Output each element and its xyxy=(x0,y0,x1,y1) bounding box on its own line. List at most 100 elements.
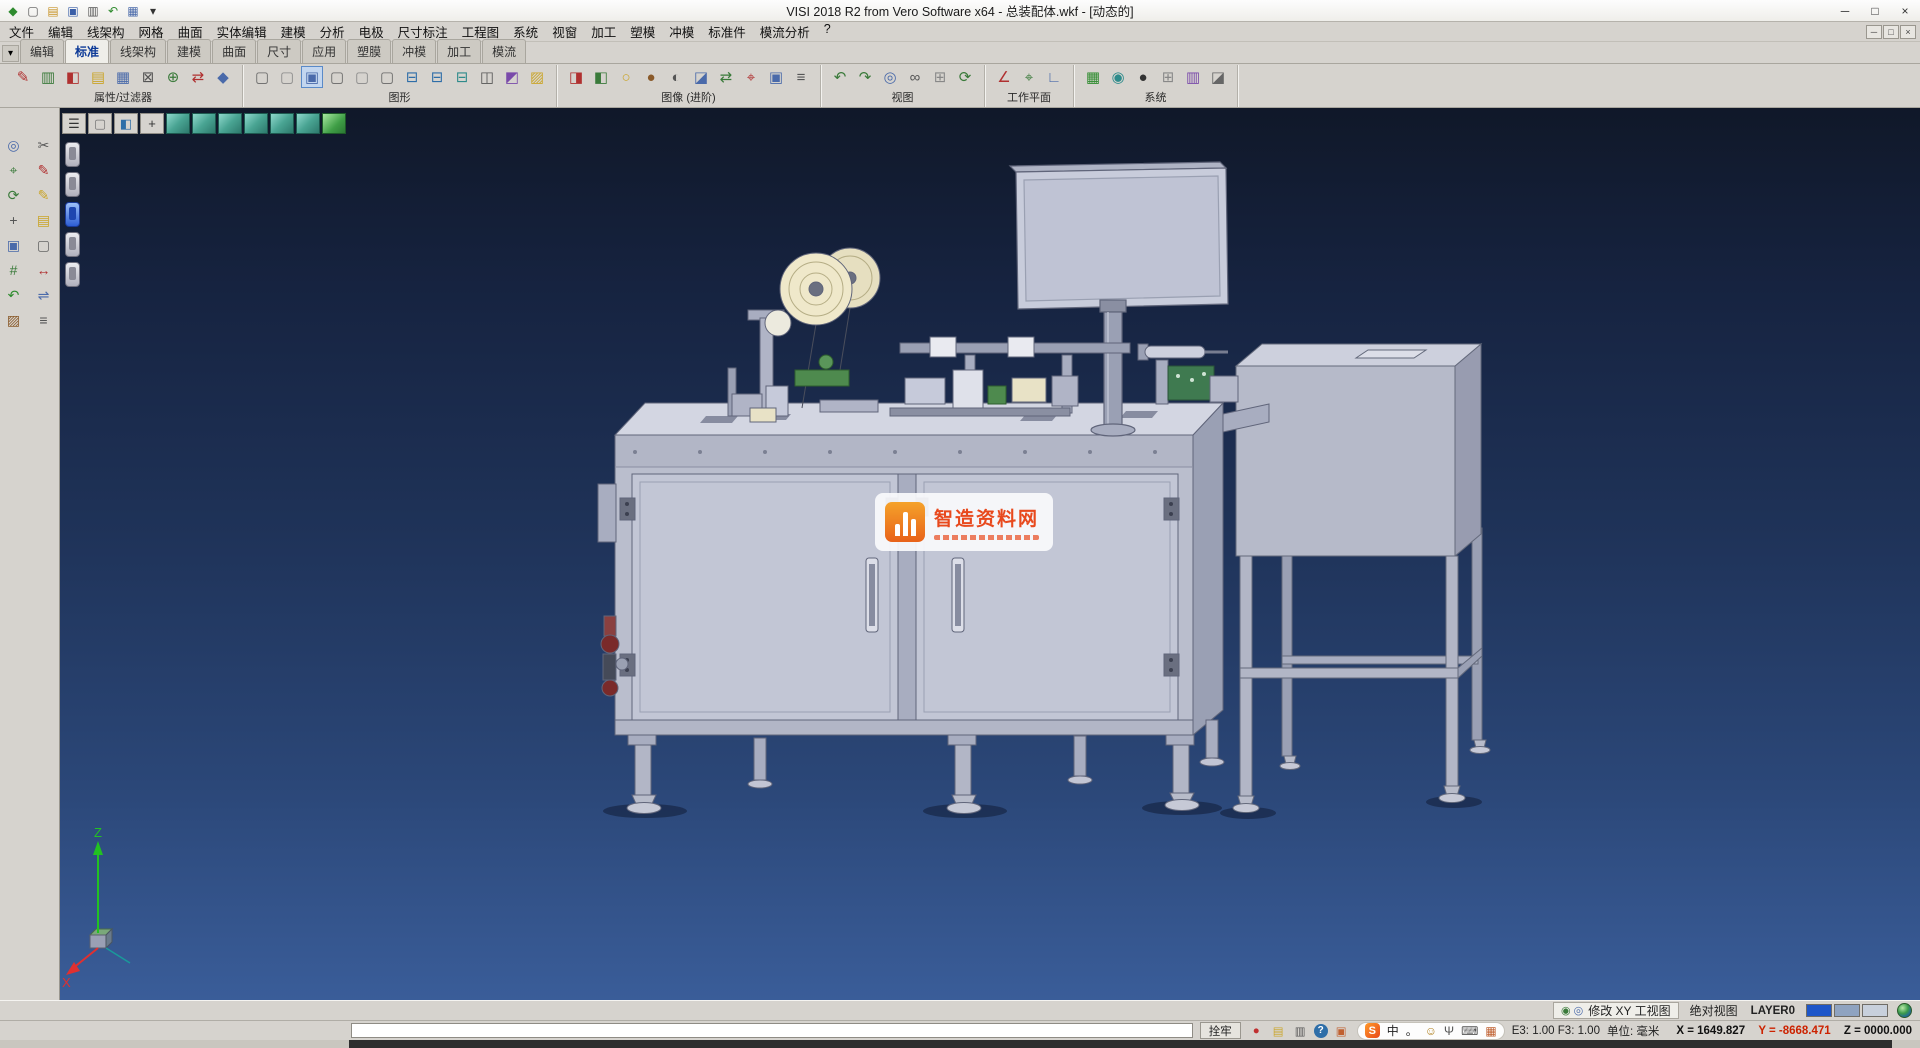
next-view-icon[interactable]: ↷ xyxy=(854,66,876,88)
stereo-view-icon[interactable]: ∞ xyxy=(904,66,926,88)
shaded-view-icon[interactable]: ▣ xyxy=(301,66,323,88)
lock-button[interactable]: 拴牢 xyxy=(1200,1022,1241,1039)
attribute-edit-icon[interactable]: ✎ xyxy=(12,66,34,88)
layer-color-swatch-blue[interactable] xyxy=(1806,1004,1832,1017)
rotate-icon[interactable]: ⟳ xyxy=(2,184,26,206)
view-cube-iso4-icon[interactable] xyxy=(322,113,346,134)
zoom-window-icon[interactable]: ⊞ xyxy=(929,66,951,88)
dynamic-pan-icon[interactable]: + xyxy=(140,113,164,134)
workplane-align-icon[interactable]: ∟ xyxy=(1043,66,1065,88)
folder-small-icon[interactable]: ▤ xyxy=(1270,1023,1287,1039)
ime-punct-icon[interactable]: 。 xyxy=(1406,1022,1418,1039)
view-cube-top-icon[interactable] xyxy=(166,113,190,134)
viewport-layout-5-icon[interactable] xyxy=(65,262,80,287)
mirror-icon[interactable]: ⇌ xyxy=(32,284,56,306)
undo-icon[interactable]: ↶ xyxy=(104,3,122,19)
ime-emoji-icon[interactable]: ☺ xyxy=(1425,1024,1437,1038)
color-filter-icon[interactable]: ◧ xyxy=(62,66,84,88)
view-axis-icon[interactable]: ◎ xyxy=(1574,1004,1584,1017)
color-palette-icon[interactable]: ▦ xyxy=(1082,66,1104,88)
ramp-icon[interactable]: ◪ xyxy=(1207,66,1229,88)
stop-icon[interactable]: ● xyxy=(1248,1023,1265,1039)
tab-surface[interactable]: 曲面 xyxy=(212,39,256,63)
tab-dropdown-icon[interactable]: ▾ xyxy=(2,45,19,62)
tab-dimension[interactable]: 尺寸 xyxy=(257,39,301,63)
viewport-3d-model[interactable] xyxy=(60,108,1920,1000)
active-layer-label[interactable]: LAYER0 xyxy=(1749,1005,1797,1017)
layer-color-swatch-steel[interactable] xyxy=(1834,1004,1860,1017)
histogram-icon[interactable]: ▥ xyxy=(1182,66,1204,88)
move-icon[interactable]: + xyxy=(2,209,26,231)
wireframe-view-icon[interactable]: ▢ xyxy=(276,66,298,88)
attribute-copy-icon[interactable]: ▥ xyxy=(37,66,59,88)
mdi-close-button[interactable]: × xyxy=(1900,25,1916,39)
redraw-icon[interactable]: ▢ xyxy=(251,66,273,88)
hidden-line-icon[interactable]: ▢ xyxy=(326,66,348,88)
view-mode-chip[interactable]: ◉◎ 修改 XY 工视图 xyxy=(1553,1002,1679,1019)
workplane-origin-icon[interactable]: ⌖ xyxy=(1018,66,1040,88)
cad-deck-mechanism[interactable] xyxy=(728,337,1130,422)
tab-modeling[interactable]: 建模 xyxy=(167,39,211,63)
help-icon[interactable]: ? xyxy=(1314,1024,1328,1038)
tab-wireframe[interactable]: 线架构 xyxy=(110,39,166,63)
entity-list-icon[interactable]: ⊟ xyxy=(401,66,423,88)
pen-icon[interactable]: ✎ xyxy=(32,184,56,206)
maximize-button[interactable]: □ xyxy=(1860,0,1890,21)
ime-mic-icon[interactable]: Ψ xyxy=(1444,1024,1454,1038)
group-list-icon[interactable]: ⊟ xyxy=(451,66,473,88)
viewport-layout-1-icon[interactable] xyxy=(65,142,80,167)
workplane-set-icon[interactable]: ∠ xyxy=(993,66,1015,88)
reset-filter-icon[interactable]: ◆ xyxy=(212,66,234,88)
tab-application[interactable]: 应用 xyxy=(302,39,346,63)
dynamic-view-icon[interactable]: ▢ xyxy=(351,66,373,88)
mdi-minimize-button[interactable]: ─ xyxy=(1866,25,1882,39)
close-button[interactable]: × xyxy=(1890,0,1920,21)
database-icon[interactable]: ⊟ xyxy=(426,66,448,88)
view-cube-iso1-icon[interactable] xyxy=(244,113,268,134)
world-icon[interactable]: ◉ xyxy=(1107,66,1129,88)
tab-standard[interactable]: 标准 xyxy=(65,39,109,63)
white-draw-icon[interactable]: ▢ xyxy=(88,113,112,134)
tab-die[interactable]: 冲模 xyxy=(392,39,436,63)
type-filter-icon[interactable]: ▦ xyxy=(112,66,134,88)
mdi-restore-button[interactable]: □ xyxy=(1883,25,1899,39)
save-icon[interactable]: ▣ xyxy=(64,3,82,19)
menu-item[interactable]: ? xyxy=(817,20,838,43)
menu-item[interactable]: 模流分析 xyxy=(753,20,817,43)
ime-keyboard-icon[interactable]: ⌨ xyxy=(1461,1024,1478,1038)
tab-molding[interactable]: 塑膜 xyxy=(347,39,391,63)
link-filter-icon[interactable]: ⊕ xyxy=(162,66,184,88)
shading-mode-icon[interactable]: ◧ xyxy=(114,113,138,134)
print-icon[interactable]: ▥ xyxy=(84,3,102,19)
print-small-icon[interactable]: ▥ xyxy=(1292,1023,1309,1039)
camera-view-icon[interactable]: ◎ xyxy=(879,66,901,88)
tab-machining[interactable]: 加工 xyxy=(437,39,481,63)
view-cube-iso3-icon[interactable] xyxy=(296,113,320,134)
zoom-extents-icon[interactable]: ▢ xyxy=(376,66,398,88)
3d-viewport[interactable]: ☰▢◧+ xyxy=(60,108,1920,1000)
status-globe-icon[interactable] xyxy=(1897,1003,1912,1018)
menu-item[interactable]: 加工 xyxy=(584,20,623,43)
texture-icon[interactable]: ▨ xyxy=(526,66,548,88)
undo-arrow-icon[interactable]: ↶ xyxy=(2,284,26,306)
clone-view-icon[interactable]: ◫ xyxy=(476,66,498,88)
qat-dropdown-icon[interactable]: ▾ xyxy=(144,3,162,19)
render-settings-icon[interactable]: ◩ xyxy=(501,66,523,88)
layers-icon[interactable]: ▤ xyxy=(32,209,56,231)
menu-item[interactable]: 冲模 xyxy=(662,20,701,43)
absolute-view-button[interactable]: 绝对视图 xyxy=(1688,1002,1740,1019)
sketch-icon[interactable]: ✎ xyxy=(32,159,56,181)
ime-mode-icon[interactable]: 中 xyxy=(1387,1022,1399,1039)
shadow-icon[interactable]: ◐ xyxy=(665,66,687,88)
swap-filter-icon[interactable]: ⇄ xyxy=(187,66,209,88)
snapshot-icon[interactable]: ▣ xyxy=(765,66,787,88)
visi-logo-icon[interactable]: ◆ xyxy=(4,3,22,19)
probe-icon[interactable]: ⌖ xyxy=(740,66,762,88)
layer-filter-icon[interactable]: ▤ xyxy=(87,66,109,88)
layer-color-swatch-light[interactable] xyxy=(1862,1004,1888,1017)
compare-icon[interactable]: ⇄ xyxy=(715,66,737,88)
measure-icon[interactable]: # xyxy=(2,259,26,281)
view-menu-icon[interactable]: ☰ xyxy=(62,113,86,134)
paint-icon[interactable]: ▨ xyxy=(2,309,26,331)
snap-grid-icon[interactable]: ⊞ xyxy=(1157,66,1179,88)
